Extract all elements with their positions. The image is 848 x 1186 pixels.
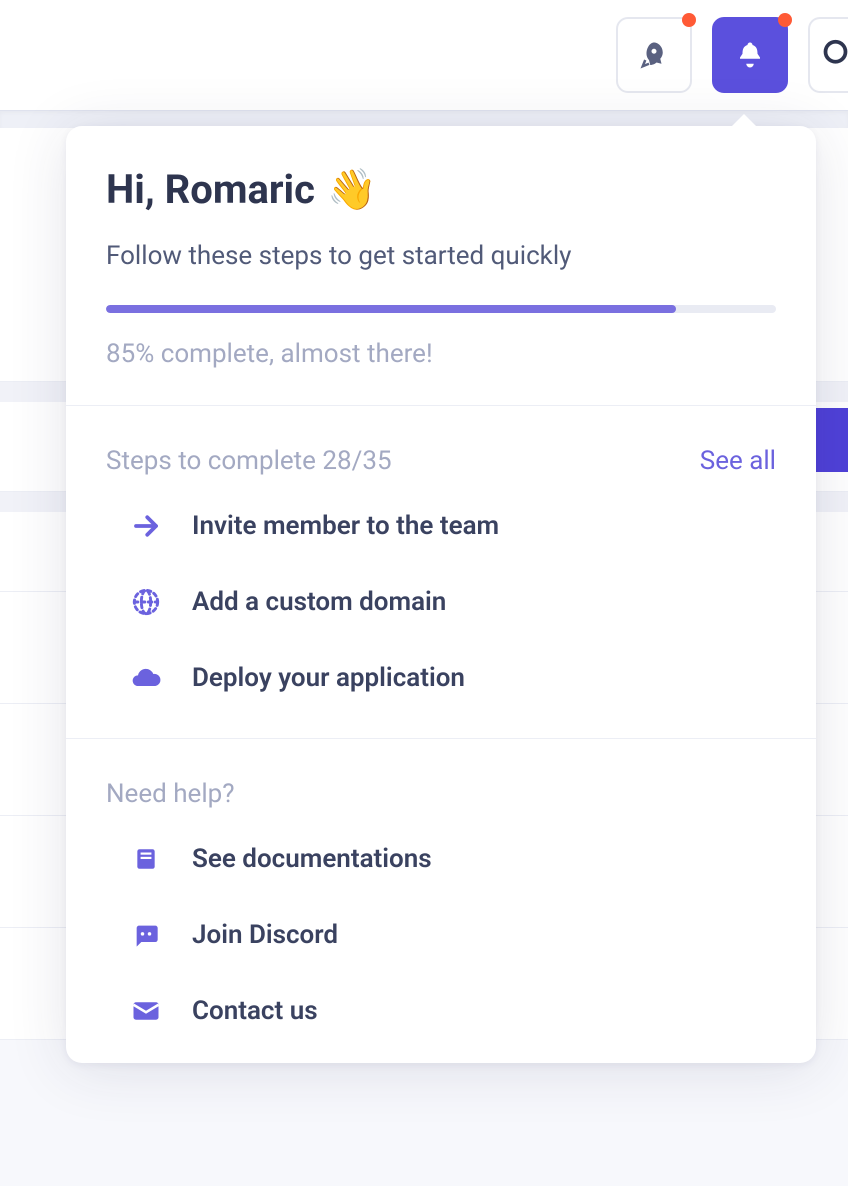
see-all-link[interactable]: See all (700, 446, 776, 476)
progress-text: 85% complete, almost there! (106, 339, 776, 369)
step-label: Add a custom domain (192, 587, 446, 617)
progress-bar (106, 305, 776, 313)
notification-dot (778, 13, 792, 27)
notification-dot (682, 13, 696, 27)
help-documentation[interactable]: See documentations (130, 843, 776, 875)
steps-section: Steps to complete 28/35 See all Invite m… (66, 405, 816, 738)
help-discord[interactable]: Join Discord (130, 919, 776, 951)
steps-list: Invite member to the team Add a custom d… (106, 510, 776, 694)
bell-button[interactable] (712, 17, 788, 93)
help-contact[interactable]: Contact us (130, 995, 776, 1027)
help-label: Contact us (192, 996, 318, 1026)
step-deploy-app[interactable]: Deploy your application (130, 662, 776, 694)
partial-button[interactable] (808, 17, 848, 93)
rocket-icon (639, 40, 669, 70)
help-section: Need help? See documentations Join Disco… (66, 738, 816, 1063)
envelope-icon (130, 995, 162, 1027)
bell-icon (735, 40, 765, 70)
partial-icon (818, 38, 848, 72)
greeting-prefix: Hi, (106, 166, 165, 213)
cloud-icon (130, 662, 162, 694)
book-icon (130, 843, 162, 875)
greeting-title: Hi, Romaric 👋 (106, 166, 776, 213)
accent-strip (816, 408, 848, 472)
step-label: Invite member to the team (192, 511, 499, 541)
onboarding-popover: Hi, Romaric 👋 Follow these steps to get … (66, 126, 816, 1063)
wave-icon: 👋 (327, 166, 377, 213)
help-label: See documentations (192, 844, 432, 874)
step-label: Deploy your application (192, 663, 465, 693)
arrow-right-icon (130, 510, 162, 542)
greeting-subtitle: Follow these steps to get started quickl… (106, 241, 776, 271)
topbar (0, 0, 848, 110)
rocket-button[interactable] (616, 17, 692, 93)
help-title: Need help? (106, 779, 776, 809)
step-custom-domain[interactable]: Add a custom domain (130, 586, 776, 618)
greeting-name: Romaric (165, 166, 315, 213)
help-label: Join Discord (192, 920, 338, 950)
greeting-section: Hi, Romaric 👋 Follow these steps to get … (66, 126, 816, 405)
globe-icon (130, 586, 162, 618)
steps-title: Steps to complete 28/35 (106, 446, 392, 476)
help-list: See documentations Join Discord Contact … (106, 843, 776, 1027)
step-invite-member[interactable]: Invite member to the team (130, 510, 776, 542)
progress-fill (106, 305, 676, 313)
discord-icon (130, 919, 162, 951)
